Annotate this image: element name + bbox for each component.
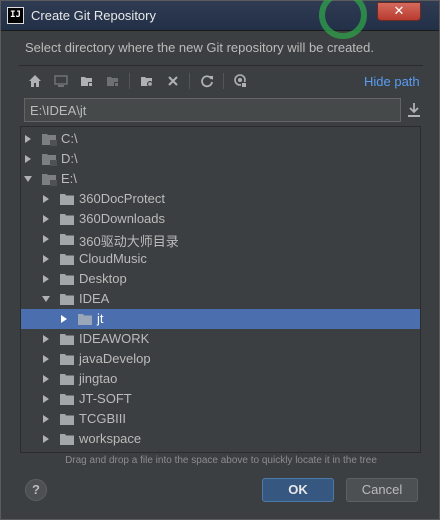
- create-git-repository-dialog: IJ Create Git Repository ✕ Select direct…: [0, 0, 440, 520]
- show-hidden-icon[interactable]: [230, 71, 250, 91]
- collapsed-arrow-icon[interactable]: [41, 394, 51, 404]
- download-icon[interactable]: [405, 100, 423, 120]
- tree-row[interactable]: workspace: [21, 429, 420, 449]
- folder-icon: [78, 314, 92, 325]
- tree-row-label: Desktop: [79, 271, 127, 286]
- collapsed-arrow-icon[interactable]: [41, 214, 51, 224]
- tree-row[interactable]: TCGBIII: [21, 409, 420, 429]
- folder-icon: [60, 414, 74, 425]
- collapsed-arrow-icon[interactable]: [41, 414, 51, 424]
- tree-row[interactable]: 360驱动大师目录: [21, 229, 420, 249]
- tree-row-label: E:\: [61, 171, 77, 186]
- collapsed-arrow-icon[interactable]: [41, 254, 51, 264]
- desktop-icon[interactable]: [51, 71, 71, 91]
- tree-row[interactable]: Desktop: [21, 269, 420, 289]
- new-folder-icon[interactable]: [137, 71, 157, 91]
- tree-row-label: javaDevelop: [79, 351, 151, 366]
- intellij-icon: IJ: [7, 7, 24, 24]
- refresh-icon[interactable]: [197, 71, 217, 91]
- tree-row-label: 360DocProtect: [79, 191, 165, 206]
- tree-row[interactable]: C:\: [21, 129, 420, 149]
- folder-icon: [60, 334, 74, 345]
- drive-icon: [42, 134, 57, 146]
- tree-row-label: C:\: [61, 131, 78, 146]
- close-button[interactable]: ✕: [377, 2, 421, 21]
- tree-row-label: JT-SOFT: [79, 391, 132, 406]
- folder-icon: [60, 274, 74, 285]
- project-folder-icon[interactable]: [77, 71, 97, 91]
- folder-icon: [60, 234, 74, 245]
- path-input[interactable]: [24, 98, 401, 122]
- collapsed-arrow-icon[interactable]: [41, 274, 51, 284]
- tree-row[interactable]: IDEA: [21, 289, 420, 309]
- tree-row-label: CloudMusic: [79, 251, 147, 266]
- drive-icon: [42, 154, 57, 166]
- folder-icon: [60, 254, 74, 265]
- title-bar: IJ Create Git Repository ✕: [1, 0, 439, 39]
- delete-icon[interactable]: [163, 71, 183, 91]
- directory-tree[interactable]: C:\ D:\ E:\ 360DocProtect 360Downloads 360驱动大…: [20, 126, 421, 453]
- toolbar-separator: [223, 73, 224, 89]
- collapsed-arrow-icon[interactable]: [41, 194, 51, 204]
- tree-row-label: jingtao: [79, 371, 118, 386]
- drag-drop-hint: Drag and drop a file into the space abov…: [65, 455, 377, 466]
- tree-row[interactable]: JT-SOFT: [21, 389, 420, 409]
- folder-icon: [60, 434, 74, 445]
- tree-row[interactable]: jingtao: [21, 369, 420, 389]
- tree-row-label: jt: [97, 311, 104, 326]
- tree-row-label: 360驱动大师目录: [79, 234, 179, 249]
- tree-row[interactable]: IDEAWORK: [21, 329, 420, 349]
- collapsed-arrow-icon[interactable]: [41, 354, 51, 364]
- tree-row-label: D:\: [61, 151, 78, 166]
- tree-row-label: workspace: [79, 431, 142, 446]
- collapsed-arrow-icon[interactable]: [23, 154, 33, 164]
- tree-row[interactable]: CloudMusic: [21, 249, 420, 269]
- module-folder-icon[interactable]: [103, 71, 123, 91]
- dialog-description: Select directory where the new Git repos…: [25, 40, 374, 55]
- tree-row[interactable]: jt: [21, 309, 420, 329]
- cancel-button[interactable]: Cancel: [346, 478, 418, 502]
- folder-icon: [60, 294, 74, 305]
- tree-row[interactable]: javaDevelop: [21, 349, 420, 369]
- hide-path-link[interactable]: Hide path: [364, 74, 420, 89]
- tree-row[interactable]: 360Downloads: [21, 209, 420, 229]
- collapsed-arrow-icon[interactable]: [41, 434, 51, 444]
- collapsed-arrow-icon[interactable]: [41, 234, 51, 244]
- help-button[interactable]: ?: [25, 479, 47, 501]
- tree-row[interactable]: D:\: [21, 149, 420, 169]
- tree-row-label: 360Downloads: [79, 211, 166, 226]
- collapsed-arrow-icon[interactable]: [41, 374, 51, 384]
- folder-icon: [60, 354, 74, 365]
- ok-button[interactable]: OK: [262, 478, 334, 502]
- expanded-arrow-icon[interactable]: [41, 294, 51, 304]
- tree-row[interactable]: E:\: [21, 169, 420, 189]
- folder-icon: [60, 394, 74, 405]
- window-title: Create Git Repository: [31, 8, 156, 23]
- tree-row-label: IDEA: [79, 291, 110, 306]
- background-ring-icon: [319, 0, 367, 39]
- expanded-arrow-icon[interactable]: [23, 174, 33, 184]
- tree-row-label: TCGBIII: [79, 411, 126, 426]
- collapsed-arrow-icon[interactable]: [41, 334, 51, 344]
- collapsed-arrow-icon[interactable]: [23, 134, 33, 144]
- toolbar-separator: [189, 73, 190, 89]
- folder-icon: [60, 194, 74, 205]
- folder-icon: [60, 374, 74, 385]
- tree-row-label: IDEAWORK: [79, 331, 150, 346]
- folder-icon: [60, 214, 74, 225]
- drive-icon: [42, 174, 57, 186]
- tree-row[interactable]: 360DocProtect: [21, 189, 420, 209]
- collapsed-arrow-icon[interactable]: [59, 314, 69, 324]
- toolbar-separator: [129, 73, 130, 89]
- divider: [19, 65, 423, 66]
- home-icon[interactable]: [25, 71, 45, 91]
